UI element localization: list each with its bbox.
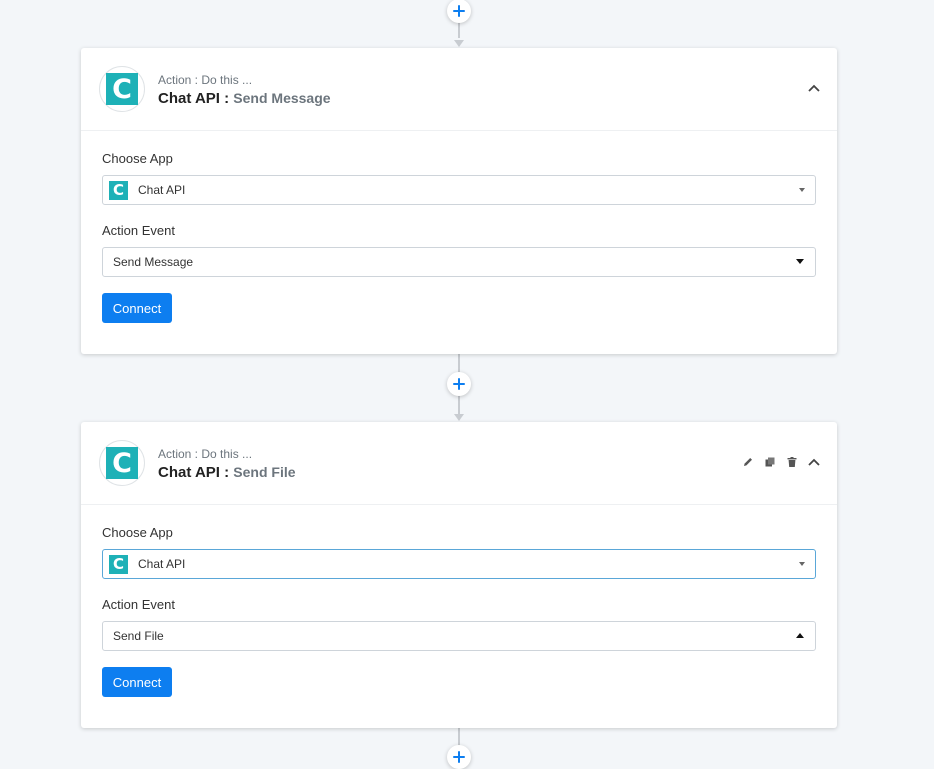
step-app-name: Chat API :: [158, 464, 230, 481]
add-step-button-middle[interactable]: [447, 372, 471, 396]
plus-icon: [453, 378, 465, 390]
choose-app-label: Choose App: [102, 151, 173, 166]
chat-api-logo-icon: C: [106, 447, 138, 479]
pencil-icon: [744, 458, 752, 466]
step-header-tools: [807, 81, 821, 95]
choose-app-select[interactable]: C Chat API: [102, 549, 816, 579]
chevron-up-icon: [808, 84, 820, 92]
collapse-button[interactable]: [807, 455, 821, 469]
step-event-name: Send Message: [233, 90, 331, 106]
action-event-select[interactable]: Send Message: [102, 247, 816, 277]
app-option-icon-wrap: C: [109, 554, 128, 574]
step-subtitle: Action : Do this ...: [158, 73, 253, 87]
trash-icon: [787, 457, 797, 467]
action-step-card-send-message: C Action : Do this ... Chat API : Send M…: [81, 48, 837, 354]
chevron-up-icon: [808, 458, 820, 466]
step-body: Choose App C Chat API Action Event Send …: [81, 131, 837, 323]
caret-up-icon: [796, 633, 804, 638]
add-step-button-bottom[interactable]: [447, 745, 471, 769]
step-title: Chat API : Send Message: [158, 90, 331, 107]
step-event-name: Send File: [233, 464, 296, 480]
connect-button[interactable]: Connect: [102, 293, 172, 323]
choose-app-value: Chat API: [138, 183, 186, 197]
chevron-down-icon: [799, 562, 805, 566]
plus-icon: [453, 5, 465, 17]
choose-app-label: Choose App: [102, 525, 173, 540]
app-logo: C: [99, 440, 145, 486]
chevron-down-icon: [799, 188, 805, 192]
app-option-icon-wrap: C: [109, 180, 128, 200]
copy-button[interactable]: [763, 455, 777, 469]
step-body: Choose App C Chat API Action Event Send …: [81, 505, 837, 697]
app-logo: C: [99, 66, 145, 112]
choose-app-select[interactable]: C Chat API: [102, 175, 816, 205]
chat-api-logo-icon: C: [106, 73, 138, 105]
add-step-button-top[interactable]: [447, 0, 471, 23]
choose-app-value: Chat API: [138, 557, 186, 571]
chat-api-logo-icon: C: [109, 554, 128, 574]
action-event-value: Send File: [113, 629, 164, 643]
action-event-select[interactable]: Send File: [102, 621, 816, 651]
connector-arrow-middle: [454, 414, 464, 421]
plus-icon: [453, 751, 465, 763]
copy-icon: [765, 457, 775, 467]
action-step-card-send-file: C Action : Do this ... Chat API : Send F…: [81, 422, 837, 728]
delete-button[interactable]: [785, 455, 799, 469]
step-header-tools: [741, 455, 821, 469]
action-event-value: Send Message: [113, 255, 194, 269]
step-subtitle: Action : Do this ...: [158, 447, 253, 461]
edit-button[interactable]: [741, 455, 755, 469]
collapse-button[interactable]: [807, 81, 821, 95]
step-header[interactable]: C Action : Do this ... Chat API : Send M…: [81, 48, 837, 131]
step-title: Chat API : Send File: [158, 464, 296, 481]
step-header[interactable]: C Action : Do this ... Chat API : Send F…: [81, 422, 837, 505]
action-event-label: Action Event: [102, 223, 175, 238]
caret-down-icon: [796, 259, 804, 264]
chat-api-logo-icon: C: [109, 180, 128, 200]
action-event-label: Action Event: [102, 597, 175, 612]
connector-arrow-top: [454, 40, 464, 47]
step-app-name: Chat API :: [158, 90, 230, 107]
connect-button[interactable]: Connect: [102, 667, 172, 697]
